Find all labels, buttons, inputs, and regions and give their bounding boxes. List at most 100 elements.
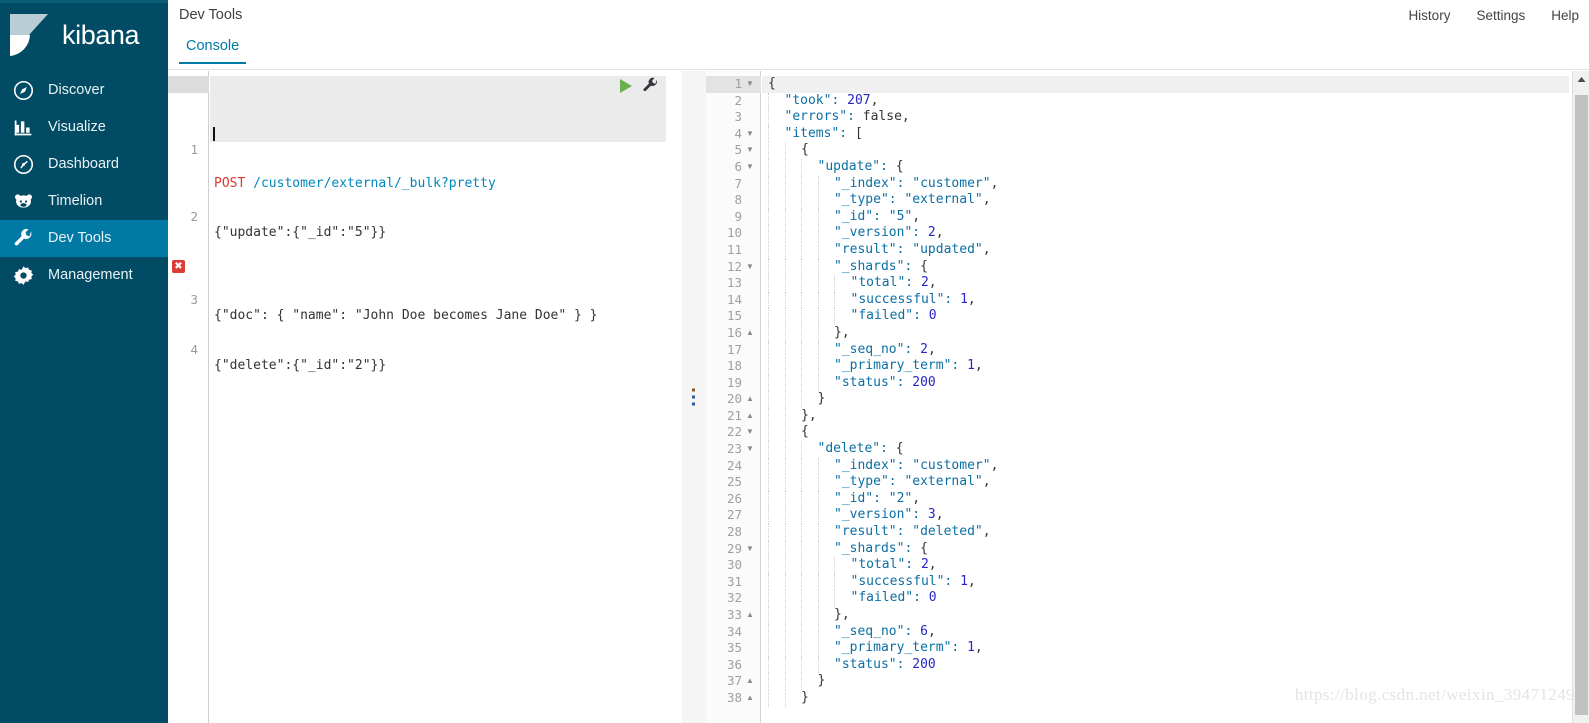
response-line[interactable]: 20 ▲} xyxy=(706,391,1589,408)
response-line[interactable]: 2 "took": 207, xyxy=(706,92,1589,110)
response-line[interactable]: 15 "failed": 0 xyxy=(706,308,1589,325)
response-line[interactable]: 3 "errors": false, xyxy=(706,109,1589,126)
sidebar-item-management[interactable]: Management xyxy=(0,257,168,294)
response-line[interactable]: 1 ▼ { xyxy=(706,76,1589,93)
top-bar-actions: History Settings Help xyxy=(1408,8,1579,23)
fold-down-icon[interactable]: ▼ xyxy=(745,424,755,441)
response-line[interactable]: 23 ▼ "delete": { xyxy=(706,441,1589,458)
response-line[interactable]: 29 ▼ "_shards": { xyxy=(706,540,1589,558)
sidebar-item-dashboard[interactable]: Dashboard xyxy=(0,146,168,183)
fold-down-icon[interactable]: ▼ xyxy=(745,441,755,458)
response-line-text: "status": 200 xyxy=(834,374,936,390)
send-request-button[interactable] xyxy=(618,78,634,99)
fold-up-icon[interactable]: ▲ xyxy=(745,325,755,342)
response-line[interactable]: 28 "result": "deleted", xyxy=(706,524,1589,541)
response-line[interactable]: 5 ▼ { xyxy=(706,142,1589,159)
fold-down-icon[interactable]: ▼ xyxy=(745,142,755,159)
indent-guide xyxy=(768,225,769,242)
request-editor[interactable]: 1 POST /customer/external/_bulk?pretty 2… xyxy=(168,71,682,723)
response-line[interactable]: 6 ▼ "update": { xyxy=(706,158,1589,176)
kibana-brand[interactable]: kibana xyxy=(0,0,168,70)
response-line[interactable]: 35 "_primary_term": 1, xyxy=(706,640,1589,657)
response-line[interactable]: 27 "_version": 3, xyxy=(706,507,1589,525)
response-line[interactable]: 8 "_type": "external", xyxy=(706,192,1589,209)
fold-up-icon[interactable]: ▲ xyxy=(745,408,755,425)
history-link[interactable]: History xyxy=(1408,8,1450,23)
response-line[interactable]: 21 ▲}, xyxy=(706,407,1589,425)
response-line[interactable]: 33 ▲}, xyxy=(706,607,1589,624)
sidebar-item-visualize[interactable]: Visualize xyxy=(0,109,168,146)
sidebar-item-discover[interactable]: Discover xyxy=(0,72,168,109)
request-line[interactable]: ✖ 3 {"doc": { "name": "John Doe becomes … xyxy=(168,259,682,323)
fold-up-icon[interactable]: ▲ xyxy=(745,690,755,707)
fold-down-icon[interactable]: ▼ xyxy=(745,76,755,93)
tab-console[interactable]: Console xyxy=(179,38,247,64)
response-line[interactable]: 30 "total": 2, xyxy=(706,557,1589,574)
response-line[interactable]: 17 "_seq_no": 2, xyxy=(706,341,1589,359)
indent-guide xyxy=(817,241,819,259)
response-line[interactable]: 36 "status": 200 xyxy=(706,656,1589,674)
response-line[interactable]: 19 "status": 200 xyxy=(706,374,1589,392)
response-line[interactable]: 18 "_primary_term": 1, xyxy=(706,358,1589,375)
response-line-text: "_primary_term": 1, xyxy=(834,640,983,656)
indent-guide xyxy=(768,192,769,209)
response-line[interactable]: 31 "successful": 1, xyxy=(706,573,1589,591)
panel-splitter[interactable] xyxy=(682,71,706,723)
response-line[interactable]: 10 "_version": 2, xyxy=(706,225,1589,242)
sidebar-item-label: Timelion xyxy=(48,193,103,210)
response-line-text: { xyxy=(768,76,776,91)
response-line[interactable]: 12 ▼ "_shards": { xyxy=(706,258,1589,276)
indent-guide xyxy=(768,573,769,591)
response-line[interactable]: 13 "total": 2, xyxy=(706,275,1589,292)
response-line[interactable]: 32 "failed": 0 xyxy=(706,590,1589,607)
fold-up-icon[interactable]: ▲ xyxy=(745,607,755,624)
scroll-up-arrow-icon[interactable] xyxy=(1573,71,1589,88)
fold-up-icon[interactable]: ▲ xyxy=(745,391,755,408)
request-actions-wrench-icon[interactable] xyxy=(642,77,659,99)
kibana-logo-icon xyxy=(8,12,54,58)
sidebar-item-timelion[interactable]: Timelion xyxy=(0,183,168,220)
indent-guide xyxy=(801,507,802,525)
indent-guide xyxy=(768,92,769,110)
request-line[interactable]: 4 {"delete":{"_id":"2"}} xyxy=(168,325,682,374)
response-line[interactable]: 11 "result": "updated", xyxy=(706,241,1589,259)
line-number: 29 xyxy=(726,540,742,556)
indent-guide xyxy=(801,590,802,607)
indent-guide xyxy=(784,640,786,657)
indent-guide xyxy=(817,640,819,657)
response-line-text: "_type": "external", xyxy=(834,474,991,490)
request-line[interactable]: 1 POST /customer/external/_bulk?pretty xyxy=(168,126,682,191)
line-number: 6 xyxy=(734,158,742,174)
response-line[interactable]: 16 ▲}, xyxy=(706,324,1589,342)
fold-down-icon[interactable]: ▼ xyxy=(745,126,755,143)
response-editor[interactable]: 1 ▼{2 "took": 207, 3 "errors": false, 4 ▼ "item… xyxy=(706,71,1589,723)
response-line[interactable]: 14 "successful": 1, xyxy=(706,291,1589,309)
fold-down-icon[interactable]: ▼ xyxy=(745,259,755,276)
indent-guide xyxy=(801,607,802,624)
response-line[interactable]: 25 "_type": "external", xyxy=(706,474,1589,491)
drag-dots-icon[interactable] xyxy=(692,388,695,406)
settings-link[interactable]: Settings xyxy=(1476,8,1525,23)
line-number: 14 xyxy=(726,291,742,307)
response-line[interactable]: 26 "_id": "2", xyxy=(706,490,1589,508)
request-line[interactable]: 2 {"update":{"_id":"5"}} xyxy=(168,192,682,241)
fold-down-icon[interactable]: ▼ xyxy=(745,541,755,558)
response-line[interactable]: 37 ▲} xyxy=(706,673,1589,690)
response-line[interactable]: 9 "_id": "5", xyxy=(706,208,1589,226)
indent-guide xyxy=(834,291,835,309)
sidebar-item-dev-tools[interactable]: Dev Tools xyxy=(0,220,168,257)
indent-guide xyxy=(784,208,786,226)
fold-up-icon[interactable]: ▲ xyxy=(745,673,755,690)
response-line[interactable]: 24 "_index": "customer", xyxy=(706,457,1589,475)
response-line[interactable]: 4 ▼ "items": [ xyxy=(706,125,1589,143)
help-link[interactable]: Help xyxy=(1551,8,1579,23)
error-x-icon[interactable]: ✖ xyxy=(172,259,185,273)
response-line[interactable]: 34 "_seq_no": 6, xyxy=(706,623,1589,641)
scrollbar-thumb[interactable] xyxy=(1575,95,1588,715)
response-line[interactable]: 22 ▼ { xyxy=(706,424,1589,442)
response-scrollbar[interactable] xyxy=(1572,71,1589,723)
response-line[interactable]: 38 ▲} xyxy=(706,689,1589,707)
response-line[interactable]: 7 "_index": "customer", xyxy=(706,175,1589,193)
fold-down-icon[interactable]: ▼ xyxy=(745,159,755,176)
